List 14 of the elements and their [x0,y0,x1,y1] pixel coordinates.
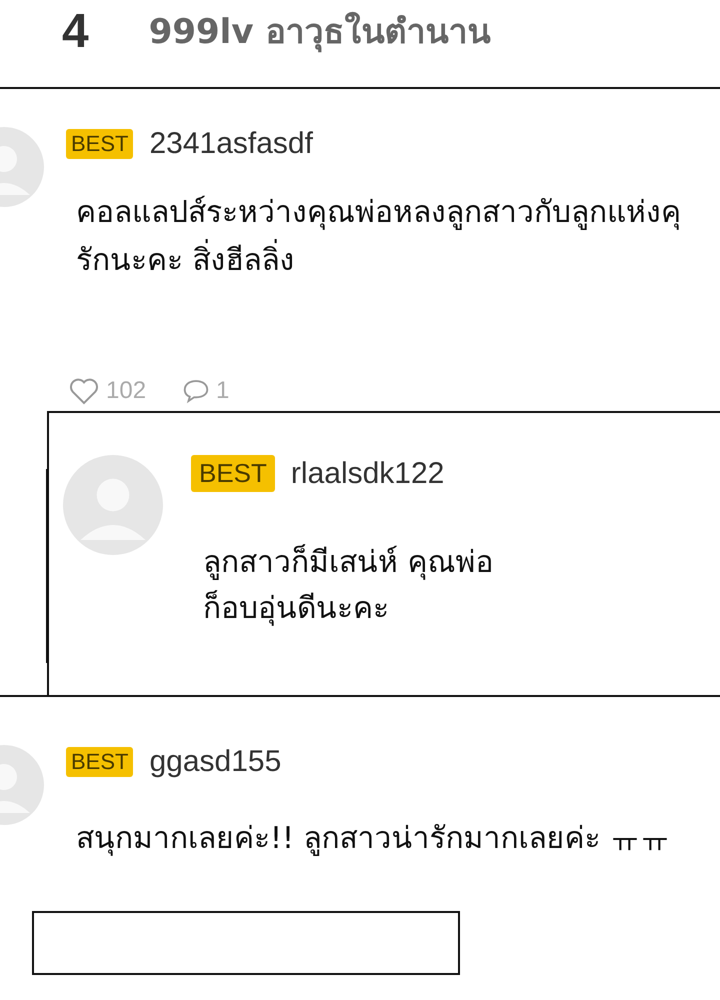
username: rlaalsdk122 [290,456,444,490]
chapter-number: 4 [62,4,89,60]
like-count: 102 [106,377,146,405]
chapter-title: 999lv อาวุธในตำนาน [148,10,490,54]
comment-text: สนุกมากเลยค่ะ!! ลูกสาวน่ารักมากเลยค่ะ ㅠㅠ [76,820,672,858]
best-badge: BEST [66,747,134,777]
best-badge: BEST [191,455,275,492]
username: 2341asfasdf [149,127,313,161]
username: ggasd155 [149,745,282,779]
comment-text: ลูกสาวก็มีเสน่ห์ คุณพ่อ ก็อบอุ่นดีนะคะ [203,543,495,628]
best-badge: BEST [66,129,134,159]
avatar-icon [63,455,163,555]
reply-count: 1 [216,377,230,405]
comment-text: คอลแลปส์ระหว่างคุณพ่อหลงลูกสาวกับลูกแห่งคุ รักนะคะ สิ่งฮีลลิ่ง [76,194,682,280]
